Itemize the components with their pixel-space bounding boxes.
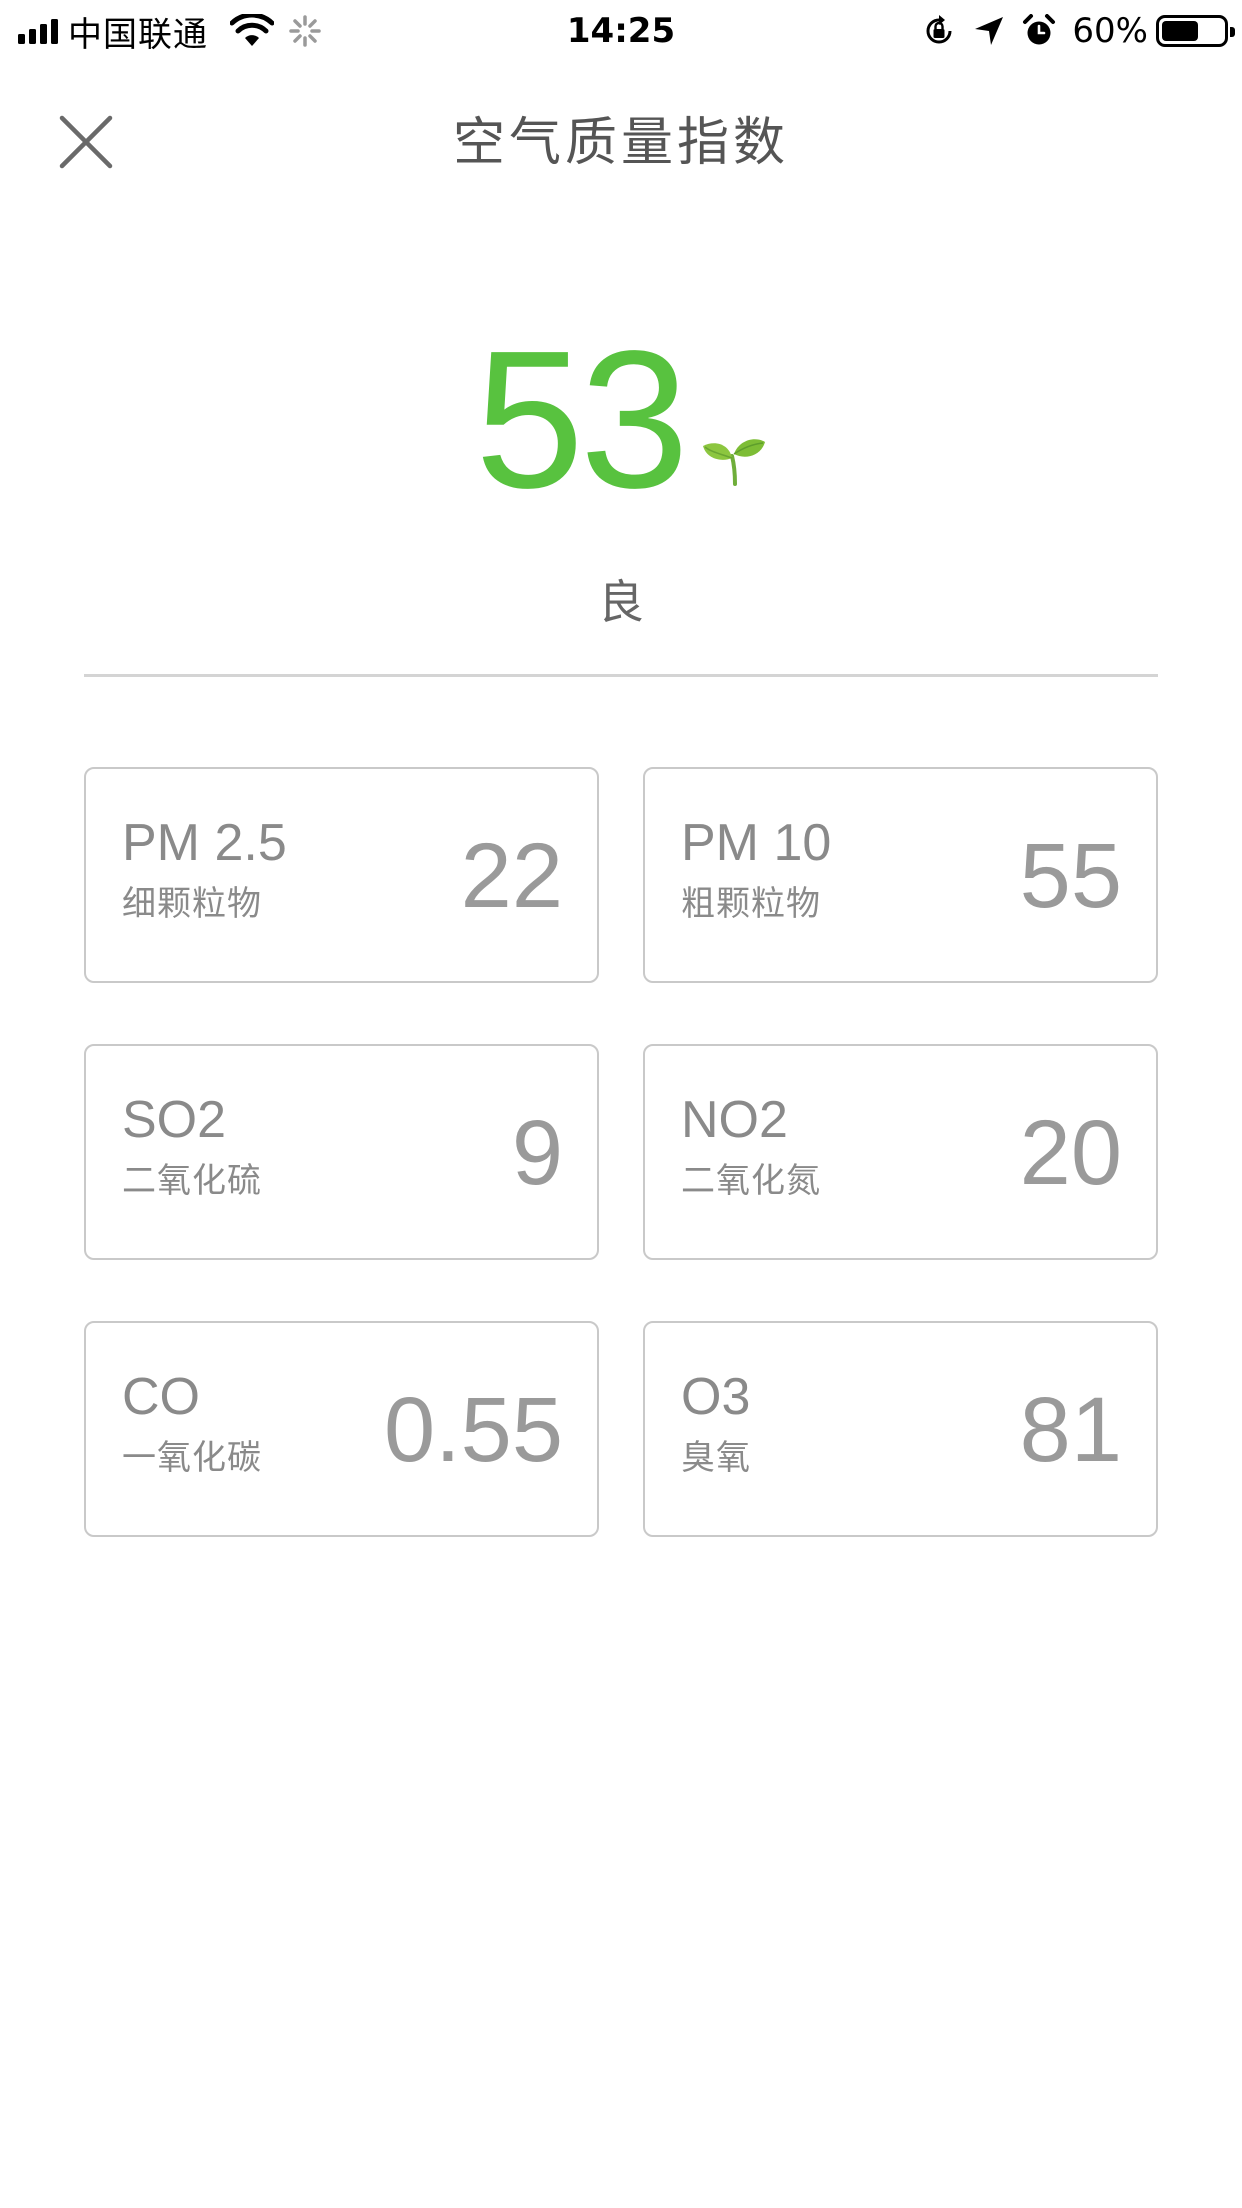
pollutant-card-pm25[interactable]: PM 2.5 细颗粒物 22 [84, 767, 599, 983]
battery-icon [1156, 15, 1235, 47]
pollutant-name: O3 [681, 1368, 751, 1426]
battery-nub [1230, 27, 1235, 37]
alarm-icon [1023, 14, 1056, 45]
orientation-lock-icon [926, 15, 952, 44]
battery-percent: 60% [1072, 11, 1148, 51]
pollutant-name: PM 10 [681, 814, 832, 872]
pollutant-value: 81 [1019, 1379, 1122, 1481]
pollutant-value: 22 [460, 825, 563, 927]
sprout-icon [703, 439, 765, 486]
pollutant-value: 20 [1019, 1102, 1122, 1204]
pollutant-card-pm10[interactable]: PM 10 粗颗粒物 55 [643, 767, 1158, 983]
battery-fill [1162, 21, 1198, 41]
page-title: 空气质量指数 [452, 113, 789, 173]
aqi-level: 良 [598, 575, 644, 629]
pollutant-card-co[interactable]: CO 一氧化碳 0.55 [84, 1321, 599, 1537]
divider [84, 674, 1158, 677]
pollutant-card-o3[interactable]: O3 臭氧 81 [643, 1321, 1158, 1537]
pollutant-name: PM 2.5 [122, 814, 287, 872]
pollutant-value: 9 [511, 1102, 563, 1204]
pollutant-card-so2[interactable]: SO2 二氧化硫 9 [84, 1044, 599, 1260]
aqi-value: 53 [474, 310, 689, 529]
pollutant-value: 55 [1019, 825, 1122, 927]
pollutant-subtitle: 二氧化氮 [681, 1161, 821, 1201]
pollutant-name: CO [122, 1368, 200, 1426]
pollutant-subtitle: 细颗粒物 [122, 884, 262, 924]
pollutant-subtitle: 二氧化硫 [122, 1161, 262, 1201]
pollutant-card-no2[interactable]: NO2 二氧化氮 20 [643, 1044, 1158, 1260]
pollutant-name: SO2 [122, 1091, 227, 1149]
location-arrow-icon [975, 17, 1004, 45]
pollutant-name: NO2 [681, 1091, 788, 1149]
pollutant-subtitle: 粗颗粒物 [681, 884, 821, 924]
pollutant-subtitle: 一氧化碳 [122, 1438, 262, 1478]
aqi-summary: 53 [0, 310, 1242, 529]
pollutant-subtitle: 臭氧 [681, 1438, 751, 1478]
status-right: 60% [922, 8, 1235, 54]
pollutant-value: 0.55 [383, 1379, 563, 1481]
status-bar: 中国联通 14:25 60% [0, 0, 1242, 60]
